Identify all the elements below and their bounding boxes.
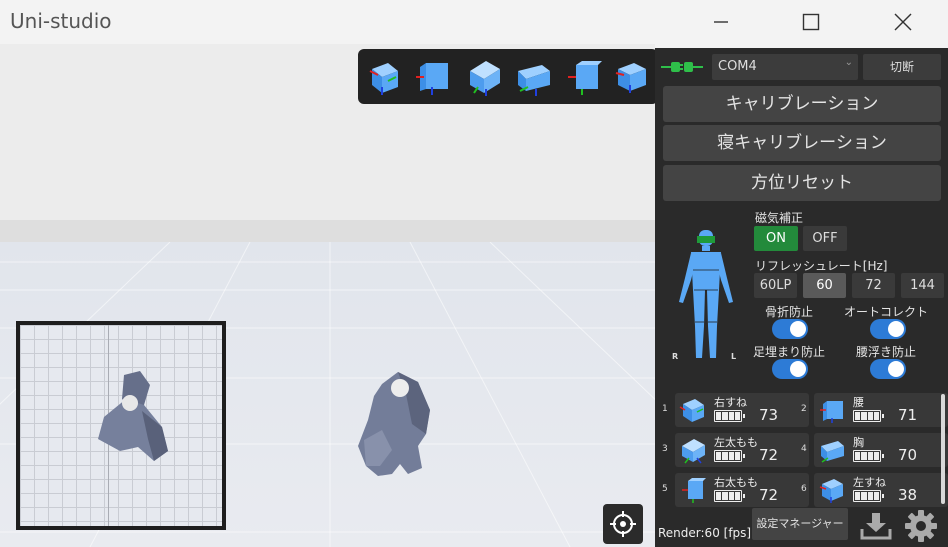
minimize-icon xyxy=(714,21,728,23)
magnetic-label: 磁気補正 xyxy=(755,211,804,225)
cube-view-icon[interactable] xyxy=(364,57,404,97)
sensor-item-1[interactable]: 1 右すね 73 xyxy=(662,393,809,427)
cube-view-icon[interactable] xyxy=(464,57,504,97)
sensor-item-6[interactable]: 6 左すね 38 xyxy=(801,473,948,507)
cube-view-icon xyxy=(682,478,706,503)
toggle-label: オートコレクト xyxy=(844,305,929,319)
hip-float-prevention-toggle[interactable] xyxy=(870,359,906,379)
maximize-icon xyxy=(802,13,820,31)
auto-correct-toggle[interactable] xyxy=(870,319,906,339)
chevron-down-icon: ⌄ xyxy=(844,57,853,68)
download-button[interactable] xyxy=(856,508,896,544)
avatar-figure xyxy=(358,372,430,476)
cube-view-icon[interactable] xyxy=(564,57,604,97)
battery-icon xyxy=(714,410,745,422)
close-icon xyxy=(894,13,912,31)
sensor-item-5[interactable]: 5 右太もも 72 xyxy=(662,473,809,507)
cube-view-icon xyxy=(682,439,705,464)
disconnect-button[interactable]: 切断 xyxy=(863,54,941,80)
sensor-item-3[interactable]: 3 左太もも 72 xyxy=(662,433,809,467)
toggle-label: 骨折防止 xyxy=(765,305,814,319)
left-side-label: L xyxy=(731,352,737,361)
refresh-option-72[interactable]: 72 xyxy=(852,273,895,298)
window-title: Uni-studio xyxy=(10,9,112,33)
title-bar: Uni-studio xyxy=(0,0,948,44)
magnetic-off-button[interactable]: OFF xyxy=(803,226,847,251)
battery-icon xyxy=(714,450,745,462)
maximize-button[interactable] xyxy=(781,0,841,44)
cube-view-icon[interactable] xyxy=(514,57,554,97)
port-select-value: COM4 xyxy=(718,59,757,74)
magnetic-on-button[interactable]: ON xyxy=(754,226,798,251)
reset-orientation-button[interactable]: 方位リセット xyxy=(663,165,941,201)
download-icon xyxy=(860,513,892,540)
battery-icon xyxy=(714,490,745,502)
body-sensor-map xyxy=(679,230,733,358)
battery-icon xyxy=(853,410,884,422)
toggle-label: 腰浮き防止 xyxy=(856,345,917,359)
3d-viewport[interactable] xyxy=(0,44,655,547)
fracture-prevention-toggle[interactable] xyxy=(772,319,808,339)
sensor-list-scrollbar[interactable] xyxy=(941,394,945,504)
settings-manager-button[interactable]: 設定マネージャー xyxy=(752,508,848,540)
refresh-option-60lp[interactable]: 60LP xyxy=(754,273,797,298)
refresh-rate-label: リフレッシュレート[Hz] xyxy=(755,259,888,273)
cube-view-icon[interactable] xyxy=(414,57,454,97)
render-fps: Render:60 [fps] xyxy=(658,526,752,540)
toggle-label: 足埋まり防止 xyxy=(753,345,826,359)
preview-window[interactable] xyxy=(16,321,226,530)
battery-icon xyxy=(853,490,884,502)
close-button[interactable] xyxy=(873,0,933,44)
refresh-option-60[interactable]: 60 xyxy=(803,273,846,298)
gear-icon xyxy=(905,510,937,542)
battery-icon xyxy=(853,450,884,462)
sensor-item-4[interactable]: 4 胸 70 xyxy=(801,433,948,467)
connector-icon xyxy=(661,62,703,72)
sensor-item-2[interactable]: 2 腰 71 xyxy=(801,393,948,427)
calibration-button[interactable]: キャリブレーション xyxy=(663,86,941,122)
target-icon xyxy=(610,511,636,537)
settings-button[interactable] xyxy=(901,506,941,546)
foot-sink-prevention-toggle[interactable] xyxy=(772,359,808,379)
avatar-figure-preview xyxy=(98,371,168,461)
port-select[interactable]: COM4 ⌄ xyxy=(712,54,858,80)
cube-view-icon xyxy=(819,479,843,503)
refresh-option-144[interactable]: 144 xyxy=(901,273,944,298)
view-toolbar xyxy=(358,49,655,104)
recenter-button[interactable] xyxy=(603,504,643,544)
sleep-calibration-button[interactable]: 寝キャリブレーション xyxy=(663,125,941,161)
cube-view-icon xyxy=(821,441,844,463)
cube-view-icon xyxy=(679,399,704,422)
control-panel: COM4 ⌄ 切断 キャリブレーション 寝キャリブレーション 方位リセット R … xyxy=(655,48,948,547)
right-side-label: R xyxy=(672,352,679,361)
cube-view-icon xyxy=(820,401,843,423)
cube-view-icon[interactable] xyxy=(612,57,652,97)
minimize-button[interactable] xyxy=(691,0,751,44)
